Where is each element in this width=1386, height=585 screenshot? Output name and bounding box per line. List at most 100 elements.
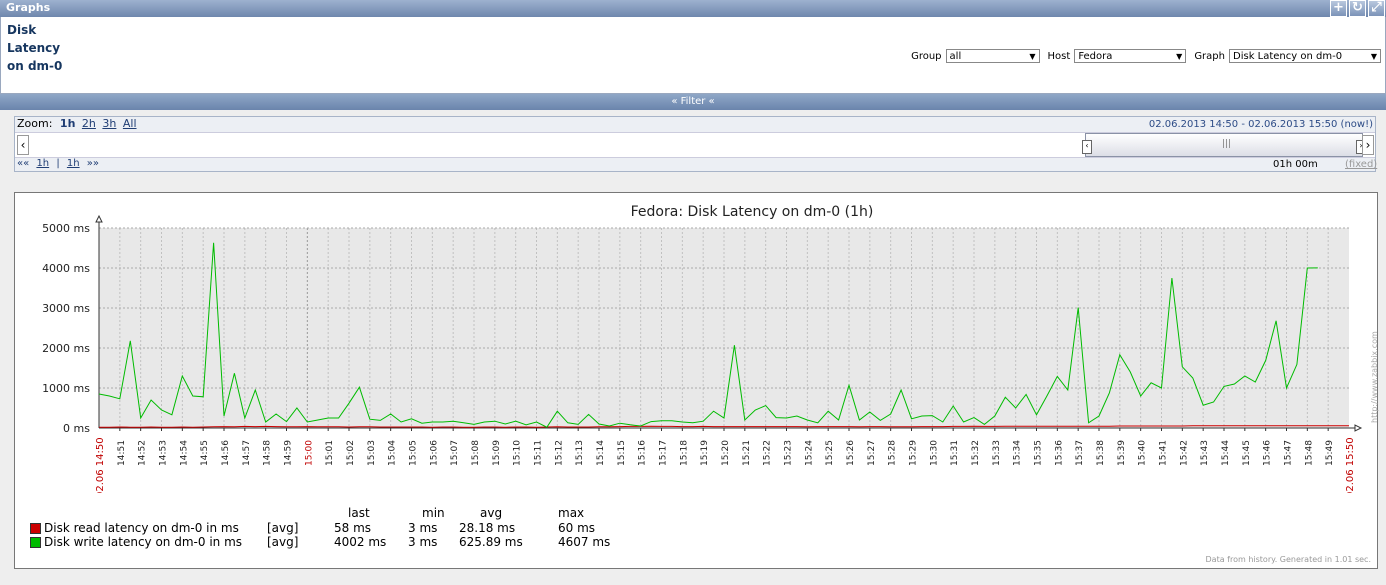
x-tick-label: 15:07 [450, 440, 460, 466]
grip-icon: ||| [1222, 139, 1232, 149]
graph-selectors: Group all ▼ Host Fedora ▼ Graph Disk Laten… [903, 49, 1381, 63]
nav-forward-step[interactable]: 1h [67, 158, 80, 169]
x-tick-label: 15:21 [742, 440, 752, 466]
period-from: 02.06.2013 14:50 [1148, 119, 1239, 130]
scroll-right-button[interactable]: › [1362, 135, 1374, 155]
x-tick-label: 15:27 [867, 440, 877, 466]
x-tick-label: 15:36 [1054, 440, 1064, 466]
x-tick-label: 15:23 [784, 440, 794, 466]
nav-back-step[interactable]: 1h [36, 158, 49, 169]
x-tick-label: 15:35 [1034, 440, 1044, 466]
zoom-label: Zoom: [17, 117, 53, 130]
legend-header-last: last [348, 506, 370, 520]
nav-back-all[interactable]: «« [17, 158, 29, 169]
x-tick-label: 14:52 [138, 440, 148, 466]
period-nav: «« 1h | 1h »» [17, 158, 99, 169]
chevron-down-icon: ▼ [1029, 52, 1036, 61]
period-duration: 01h 00m [1273, 159, 1318, 170]
x-tick-label: 14:57 [242, 440, 252, 466]
add-to-favourites-button[interactable]: + [1330, 0, 1347, 17]
filter-toggle-label: « Filter « [671, 96, 715, 107]
x-tick-label: 15:30 [929, 440, 939, 466]
chart-title: Fedora: Disk Latency on dm-0 (1h) [631, 204, 874, 220]
x-tick-label: 15:29 [909, 440, 919, 466]
legend-avg: 625.89 ms [459, 535, 523, 549]
x-tick-label: 15:02 [346, 440, 356, 466]
x-tick-label: 15:06 [429, 440, 439, 466]
graph-select-value: Disk Latency on dm-0 [1233, 51, 1343, 62]
x-tick-label: 15:39 [1117, 440, 1127, 466]
x-tick-label: 15:04 [388, 440, 398, 466]
x-tick-label: 15:24 [804, 440, 814, 466]
x-tick-label: 15:12 [554, 440, 564, 466]
period-separator: - [1241, 119, 1245, 130]
time-scrollbar[interactable]: ‹ ‹ ||| › › [15, 132, 1375, 158]
period-range: 02.06.2013 14:50 - 02.06.2013 15:50 (now… [1149, 119, 1373, 130]
x-tick-label: 15:48 [1304, 440, 1314, 466]
legend-func: [avg] [267, 535, 299, 549]
graph-label: Graph [1194, 50, 1225, 62]
legend-max: 60 ms [558, 521, 596, 535]
x-tick-label: 15:49 [1325, 440, 1335, 466]
x-tick-label: 15:11 [534, 440, 544, 466]
y-tick-label: 0 ms [63, 422, 90, 435]
x-tick-label: 15:34 [1013, 440, 1023, 466]
scroll-left-button[interactable]: ‹ [17, 135, 29, 155]
x-tick-label: 15:01 [325, 440, 335, 466]
x-tick-label: 15:42 [1179, 440, 1189, 466]
y-axis-arrow [95, 214, 103, 223]
fullscreen-button[interactable]: ⤢ [1368, 0, 1385, 17]
legend-max: 4607 ms [558, 535, 611, 549]
legend-swatch [30, 537, 41, 548]
zoom-option-3h[interactable]: 3h [102, 117, 116, 130]
thumb-left-handle[interactable]: ‹ [1082, 140, 1092, 154]
x-tick-label: 14:51 [117, 440, 127, 466]
x-tick-label: 15:08 [471, 440, 481, 466]
nav-forward-all[interactable]: »» [87, 158, 99, 169]
filter-toggle[interactable]: « Filter « [0, 94, 1386, 110]
x-tick-label: 15:19 [700, 440, 710, 466]
y-tick-label: 3000 ms [42, 302, 90, 315]
x-tick-label: 14:58 [263, 440, 273, 466]
zoom-option-all[interactable]: All [123, 117, 137, 130]
x-tick-label: 14:56 [221, 440, 231, 466]
legend-swatch [30, 523, 41, 534]
group-select[interactable]: all ▼ [945, 49, 1040, 63]
x-tick-label: 15:41 [1159, 440, 1169, 466]
zoom-option-1h[interactable]: 1h [60, 117, 76, 130]
x-tick-label: 14:59 [284, 440, 294, 466]
host-select-value: Fedora [1078, 51, 1113, 62]
host-label: Host [1047, 50, 1071, 62]
generation-note: Data from history. Generated in 1.01 sec… [1205, 555, 1371, 564]
y-tick-label: 5000 ms [42, 222, 90, 235]
legend-avg: 28.18 ms [459, 521, 516, 535]
chevron-down-icon: ▼ [1176, 52, 1183, 61]
host-select[interactable]: Fedora ▼ [1074, 49, 1187, 63]
x-tick-label: 15:20 [721, 440, 731, 466]
graph-select[interactable]: Disk Latency on dm-0 ▼ [1229, 49, 1381, 63]
group-label: Group [911, 50, 942, 62]
x-tick-label: 15:40 [1138, 440, 1148, 466]
x-tick-label: 15:31 [950, 440, 960, 466]
zoom-option-2h[interactable]: 2h [82, 117, 96, 130]
refresh-button[interactable]: ↻ [1349, 0, 1366, 17]
x-tick-label: 15:43 [1200, 440, 1210, 466]
widget-title: Graphs [6, 1, 51, 14]
period-to: 02.06.2013 15:50 (now!) [1248, 119, 1373, 130]
fixed-toggle[interactable]: (fixed) [1345, 159, 1377, 170]
x-tick-label: 15:18 [679, 440, 689, 466]
x-tick-label: 15:25 [825, 440, 835, 466]
legend-header-min: min [422, 506, 445, 520]
scroll-thumb[interactable]: ‹ ||| › [1082, 133, 1366, 157]
legend-header-avg: avg [480, 506, 503, 520]
widget-header: Graphs + ↻ ⤢ [0, 0, 1386, 17]
x-tick-label: 14:53 [159, 440, 169, 466]
legend-header-max: max [558, 506, 585, 520]
x-tick-label: 15:38 [1096, 440, 1106, 466]
x-tick-label: 15:10 [513, 440, 523, 466]
x-tick-label: 15:37 [1075, 440, 1085, 466]
x-end-label: 02.06 15:50 [1345, 437, 1356, 493]
x-tick-label: 15:44 [1221, 440, 1231, 466]
time-scroll-panel: Zoom: 1h 2h 3h All 02.06.2013 14:50 - 02… [14, 116, 1377, 172]
x-tick-label: 15:33 [992, 440, 1002, 466]
